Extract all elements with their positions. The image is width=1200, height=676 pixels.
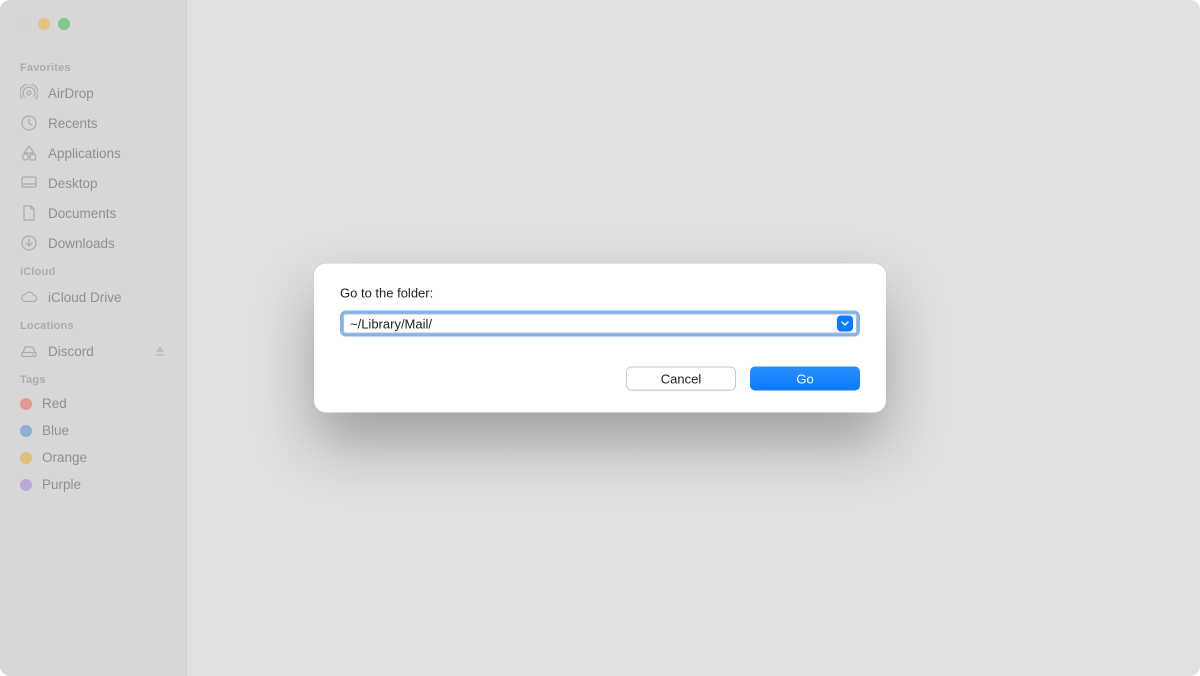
path-field-container xyxy=(340,311,860,337)
finder-window: untitled folder 2 xyxy=(0,0,1200,676)
go-to-folder-label: Go to the folder: xyxy=(340,286,860,301)
cancel-button[interactable]: Cancel xyxy=(626,367,736,391)
modal-button-row: Cancel Go xyxy=(340,367,860,391)
path-input[interactable] xyxy=(343,314,857,334)
go-button[interactable]: Go xyxy=(750,367,860,391)
path-history-dropdown[interactable] xyxy=(837,316,853,332)
go-to-folder-dialog: Go to the folder: Cancel Go xyxy=(314,264,886,413)
